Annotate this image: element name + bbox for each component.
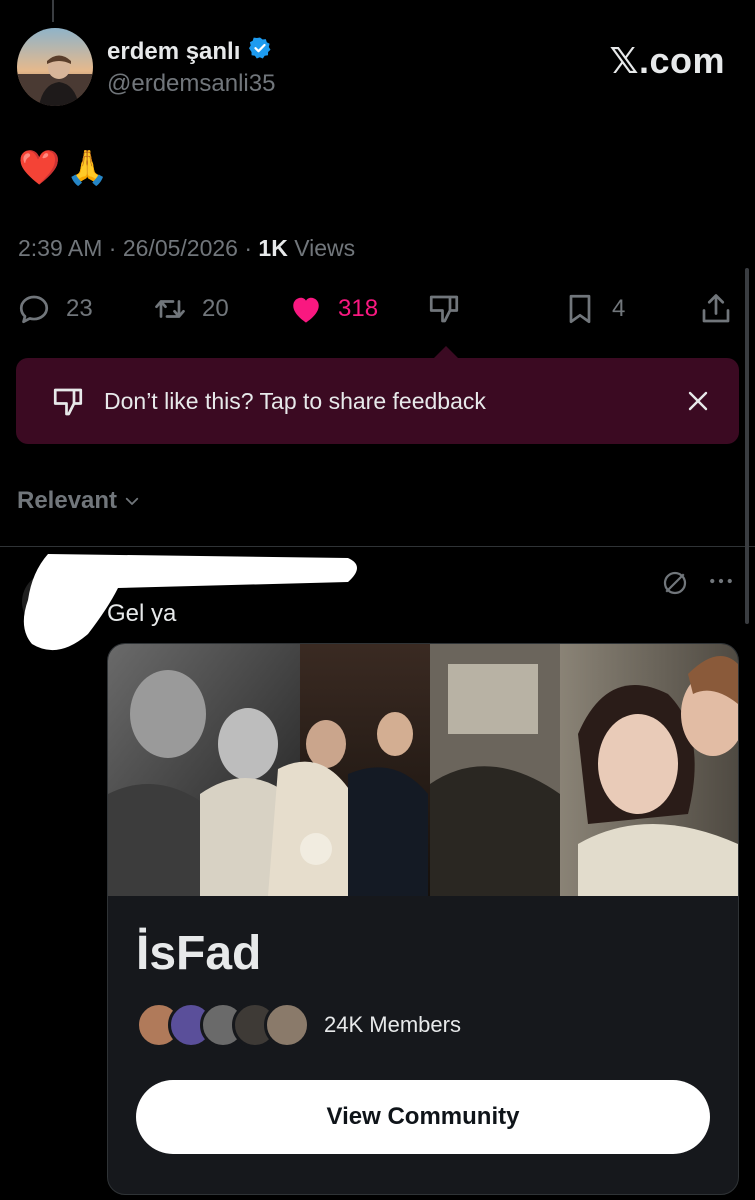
- reply-button[interactable]: 23: [16, 286, 93, 332]
- close-icon[interactable]: [686, 389, 710, 413]
- community-members[interactable]: 24K Members: [136, 1002, 461, 1048]
- sort-replies-dropdown[interactable]: Relevant: [17, 487, 141, 515]
- meta-separator: ·: [102, 235, 123, 261]
- views-count: 1K: [258, 235, 288, 261]
- meta-separator: ·: [237, 235, 259, 261]
- thread-connector-line: [52, 0, 54, 22]
- divider: [0, 546, 755, 547]
- post-action-bar: 23 20 318 4: [16, 286, 736, 332]
- community-banner-image: [108, 644, 738, 896]
- post-body: ❤️ 🙏: [18, 148, 109, 188]
- praying-hands-emoji: 🙏: [66, 149, 109, 187]
- bookmark-count: 4: [612, 295, 626, 322]
- post-time[interactable]: 2:39 AM: [18, 235, 102, 261]
- repost-count: 20: [202, 295, 229, 322]
- repost-icon: [155, 300, 185, 318]
- sort-label: Relevant: [17, 487, 118, 514]
- author-name[interactable]: erdem şanlı: [107, 36, 272, 67]
- author-name-text: erdem şanlı: [107, 37, 241, 65]
- share-button[interactable]: [698, 286, 734, 332]
- member-count: 24K Members: [324, 1012, 461, 1037]
- thumbs-down-icon: [53, 388, 83, 416]
- bookmark-icon: [569, 294, 591, 324]
- community-name: İsFad: [136, 927, 262, 980]
- scrollbar[interactable]: [745, 268, 749, 624]
- x-watermark: 𝕏.com: [609, 40, 725, 81]
- reply-icon: [19, 295, 49, 324]
- reply-text: Gel ya: [107, 600, 177, 627]
- post-meta: 2:39 AM · 26/05/2026 · 1K Views: [18, 235, 355, 262]
- feedback-pointer: [434, 346, 458, 358]
- thumbs-down-icon: [429, 295, 459, 323]
- feedback-text: Don’t like this? Tap to share feedback: [104, 388, 486, 414]
- share-icon: [702, 294, 730, 323]
- post-date[interactable]: 26/05/2026: [123, 235, 238, 261]
- author-avatar[interactable]: [17, 28, 93, 106]
- repost-button[interactable]: 20: [152, 286, 229, 332]
- like-button[interactable]: 318: [288, 286, 378, 332]
- more-options-icon[interactable]: [706, 566, 736, 601]
- author-handle[interactable]: @erdemsanli35: [107, 70, 275, 98]
- like-count: 318: [338, 295, 379, 322]
- view-community-button[interactable]: View Community: [136, 1080, 710, 1154]
- muted-icon[interactable]: [660, 568, 690, 603]
- dislike-button[interactable]: [426, 286, 462, 332]
- chevron-down-icon: [125, 497, 139, 505]
- bookmark-button[interactable]: 4: [562, 286, 625, 332]
- heart-emoji: ❤️: [18, 149, 61, 187]
- community-card[interactable]: İsFad 24K Members View Community: [107, 643, 739, 1195]
- reply-count: 23: [66, 295, 93, 322]
- verified-badge-icon: [248, 36, 272, 67]
- redacted-user-avatar: [22, 554, 357, 651]
- views-label: Views: [287, 235, 356, 261]
- heart-filled-icon: [293, 297, 319, 323]
- member-avatar: [264, 1002, 310, 1048]
- feedback-banner[interactable]: Don’t like this? Tap to share feedback: [16, 358, 739, 444]
